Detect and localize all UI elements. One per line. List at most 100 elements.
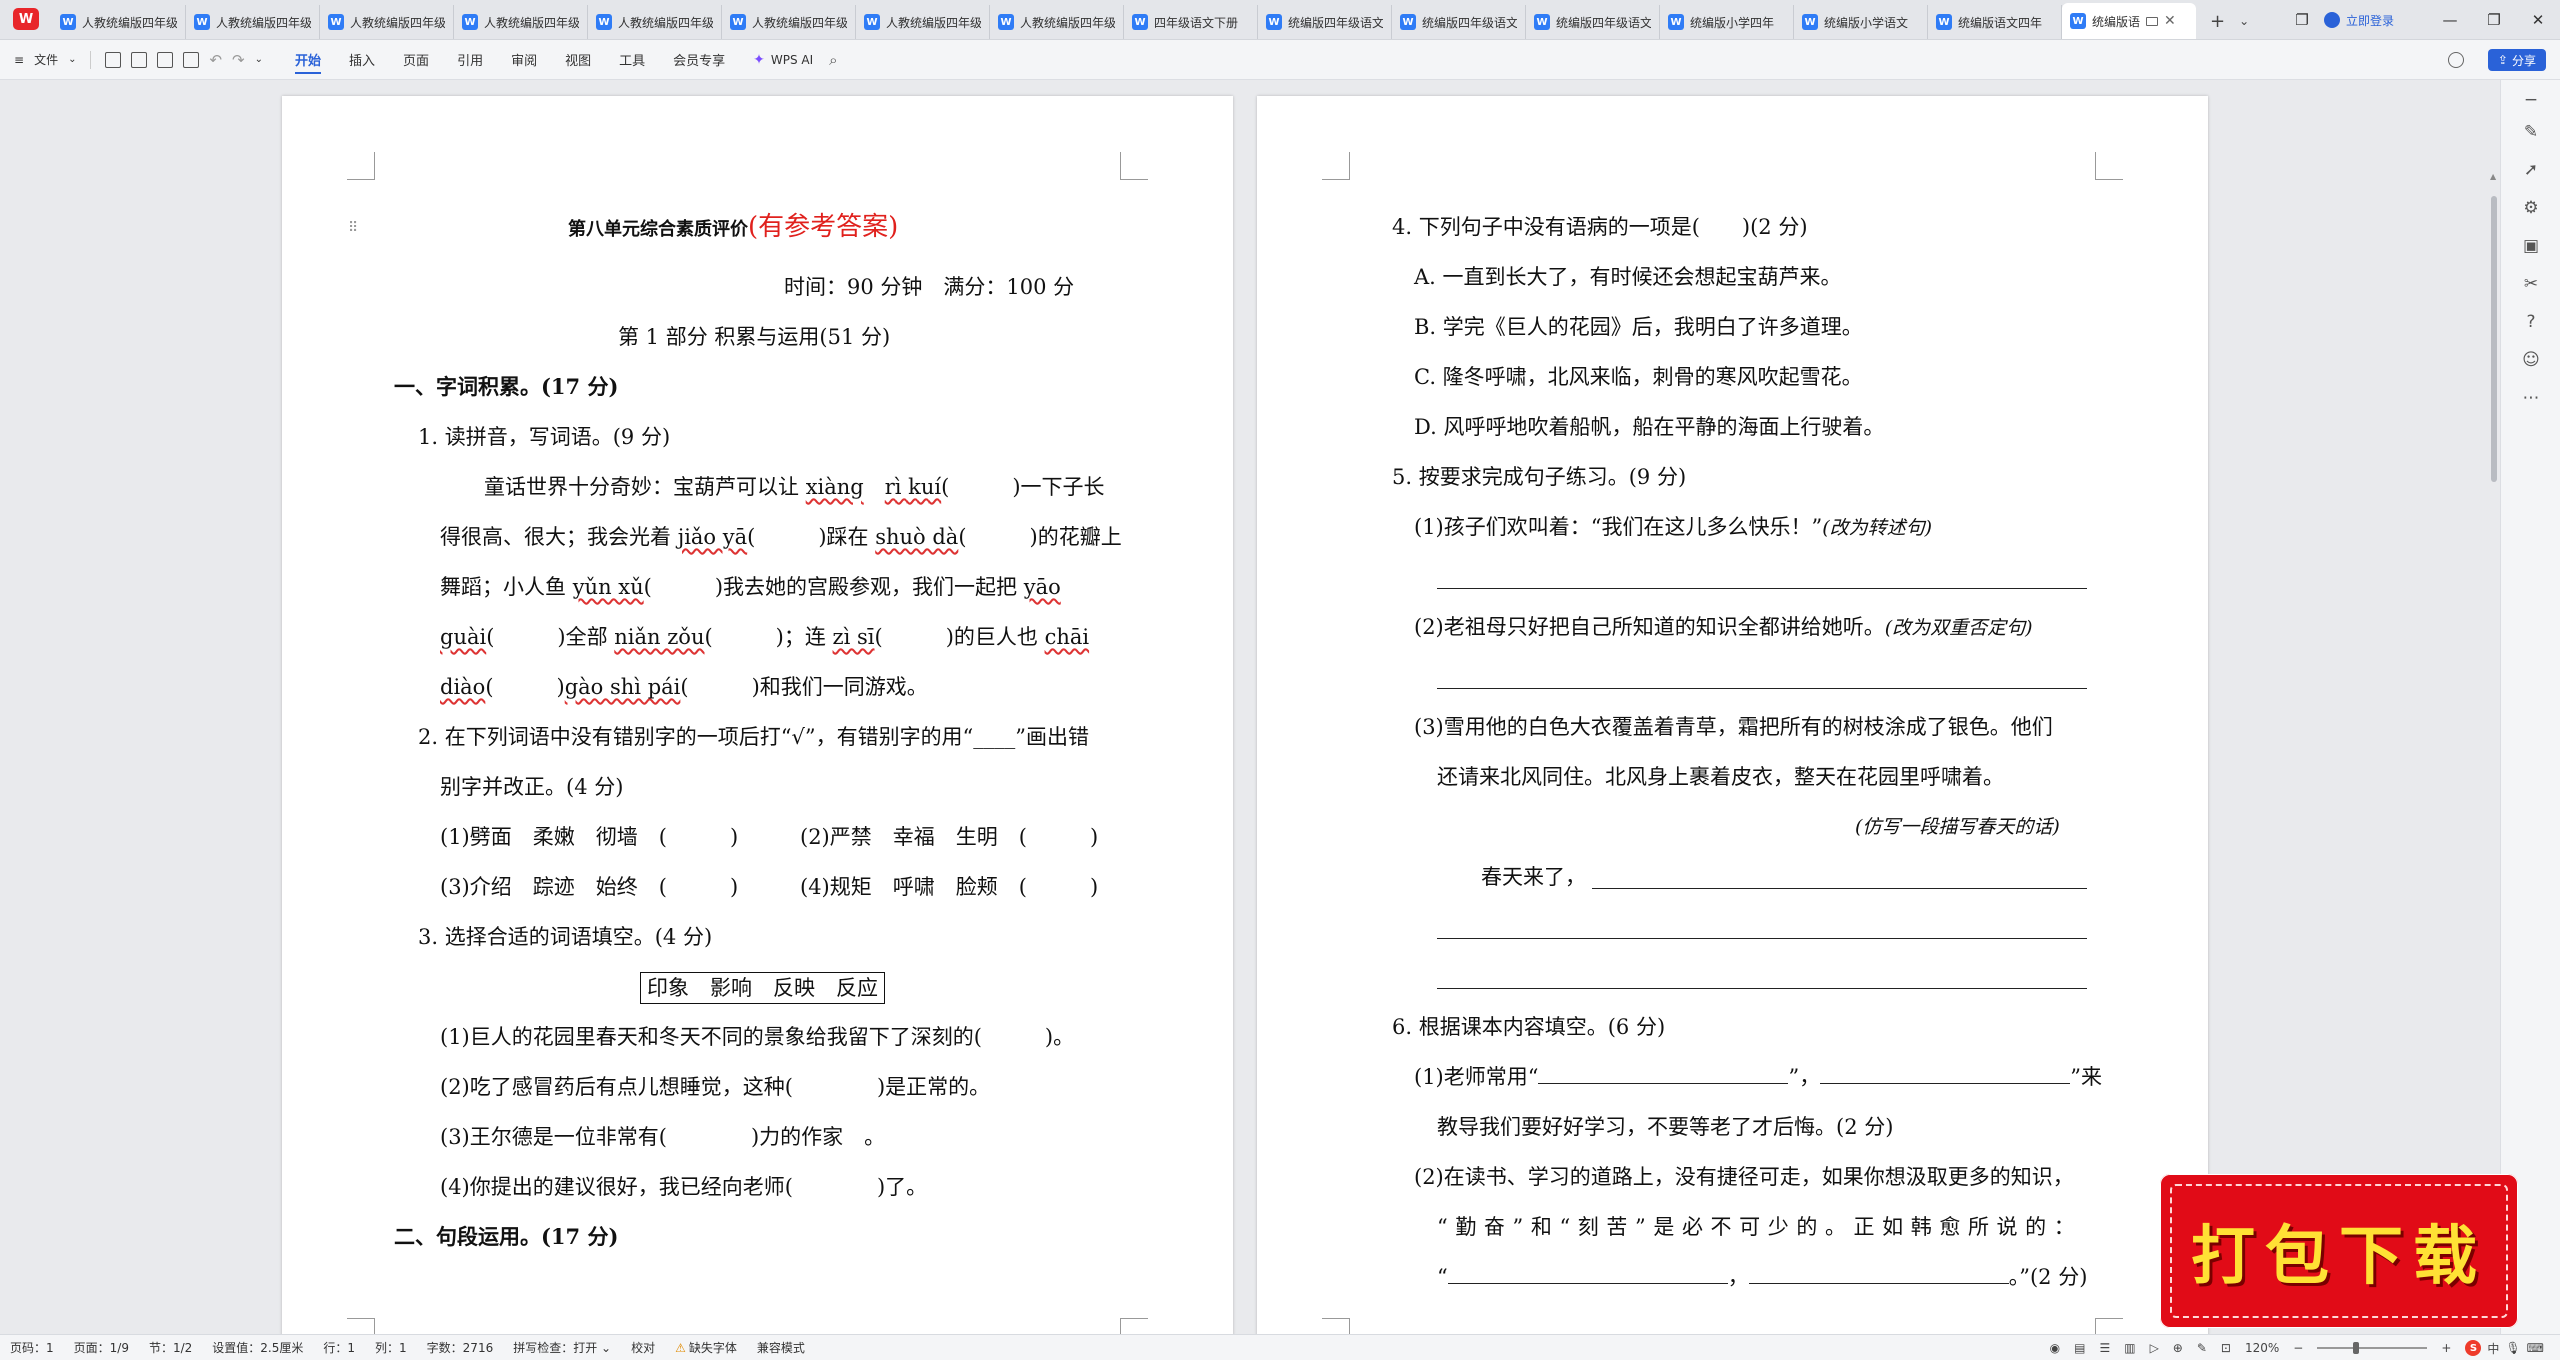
status-col[interactable]: 列：1	[365, 1339, 417, 1356]
download-badge[interactable]: 打包下载	[2160, 1174, 2518, 1328]
zoom-slider-thumb[interactable]	[2353, 1342, 2360, 1354]
document-tab[interactable]: W 人教统编版四年级	[588, 5, 722, 39]
menu-tab[interactable]: 页面	[389, 40, 443, 80]
answer-line[interactable]	[1437, 938, 2087, 939]
edit-view-icon[interactable]: ✎	[2197, 1341, 2207, 1355]
redo-icon[interactable]: ↷	[232, 51, 245, 69]
document-tab[interactable]: W 统编版语 ✕	[2062, 3, 2196, 39]
adjust-icon[interactable]: ⚙	[2521, 198, 2541, 218]
document-tab[interactable]: W 统编版语文四年	[1928, 5, 2062, 39]
status-proof[interactable]: 校对	[621, 1339, 665, 1356]
read-view-icon[interactable]: ▥	[2124, 1341, 2135, 1355]
status-words[interactable]: 字数：2716	[417, 1339, 504, 1356]
page-2[interactable]: 4. 下列句子中没有语病的一项是( )(2 分) A. 一直到长大了，有时候还会…	[1257, 96, 2208, 1334]
export-pdf-icon[interactable]	[131, 51, 148, 68]
hamburger-icon[interactable]: ≡	[14, 53, 24, 67]
document-area[interactable]: ⠿ 第八单元综合素质评价(有参考答案) 时间：90 分钟 满分：100 分 第 …	[0, 80, 2500, 1334]
zoom-out-button[interactable]: −	[2293, 1341, 2303, 1355]
status-setting[interactable]: 设置值：2.5厘米	[202, 1339, 313, 1356]
scroll-up-icon[interactable]: ▲	[2490, 172, 2496, 181]
layout-icon[interactable]: ▣	[2521, 236, 2541, 256]
status-page[interactable]: 页码：1	[0, 1339, 64, 1356]
menu-tab[interactable]: 开始	[281, 40, 335, 80]
maximize-button[interactable]: ❐	[2472, 0, 2516, 40]
scrollbar-thumb[interactable]	[2491, 196, 2497, 482]
document-tab[interactable]: W 人教统编版四年级	[320, 5, 454, 39]
document-tab[interactable]: W 统编版四年级语文	[1258, 5, 1392, 39]
part-heading: 第 1 部分 积累与运用(51 分)	[618, 325, 891, 349]
menu-tab[interactable]: 工具	[605, 40, 659, 80]
answer-line[interactable]	[1437, 588, 2087, 589]
document-tab[interactable]: W 人教统编版四年级	[990, 5, 1124, 39]
margin-corner	[347, 152, 375, 180]
eye-icon[interactable]: ◉	[2050, 1341, 2060, 1355]
document-tab[interactable]: W 统编版小学四年	[1660, 5, 1794, 39]
vertical-scrollbar[interactable]: ▲	[2488, 166, 2500, 1334]
status-font-missing[interactable]: ⚠ 缺失字体	[665, 1339, 747, 1356]
document-tab[interactable]: W 人教统编版四年级	[722, 5, 856, 39]
save-icon[interactable]	[105, 51, 122, 68]
menu-tab[interactable]: 插入	[335, 40, 389, 80]
menu-tab[interactable]: 引用	[443, 40, 497, 80]
window-mode-icon[interactable]: ❐	[2280, 0, 2324, 40]
web-view-icon[interactable]: ⊕	[2173, 1341, 2183, 1355]
answer-line[interactable]	[1437, 688, 2087, 689]
window-icon[interactable]	[2146, 16, 2159, 26]
status-section[interactable]: 节：1/2	[139, 1339, 202, 1356]
undo-icon[interactable]: ↶	[209, 51, 222, 69]
wps-logo[interactable]: W	[0, 0, 52, 39]
page-view-icon[interactable]: ▤	[2074, 1341, 2085, 1355]
document-tab[interactable]: W 人教统编版四年级	[856, 5, 990, 39]
menu-tab[interactable]: 视图	[551, 40, 605, 80]
sync-icon[interactable]	[2448, 52, 2464, 68]
tools-icon[interactable]: ✂	[2521, 274, 2541, 294]
close-window-button[interactable]: ✕	[2516, 0, 2560, 40]
new-tab-button[interactable]: +	[2210, 11, 2225, 32]
document-tab[interactable]: W 统编版四年级语文	[1526, 5, 1660, 39]
outline-view-icon[interactable]: ☰	[2099, 1341, 2110, 1355]
document-tab[interactable]: W 统编版小学语文	[1794, 5, 1928, 39]
word-doc-icon: W	[1802, 14, 1818, 30]
mic-icon[interactable]: 🎙	[2505, 1341, 2520, 1355]
document-tab[interactable]: W 四年级语文下册	[1124, 5, 1258, 39]
collapse-icon[interactable]: −	[2521, 90, 2541, 110]
play-icon[interactable]: ▷	[2150, 1341, 2159, 1355]
status-row[interactable]: 行：1	[313, 1339, 365, 1356]
status-spell[interactable]: 拼写检查：打开 ⌄	[503, 1339, 621, 1356]
zoom-level[interactable]: 120%	[2245, 1341, 2279, 1355]
document-tab[interactable]: W 人教统编版四年级	[186, 5, 320, 39]
file-menu[interactable]: 文件	[34, 51, 58, 68]
wps-ai-button[interactable]: ✦ WPS AI	[753, 52, 813, 68]
login-button[interactable]: 立即登录	[2323, 12, 2394, 29]
feedback-icon[interactable]: ☺	[2521, 350, 2541, 370]
menu-tab[interactable]: 审阅	[497, 40, 551, 80]
tab-label: 人教统编版四年级	[350, 15, 445, 30]
ime-bar[interactable]: S 中 🎙 ⌨	[2465, 1340, 2544, 1357]
answer-line[interactable]	[1592, 888, 2087, 889]
fit-icon[interactable]: ⊡	[2221, 1341, 2231, 1355]
status-pages[interactable]: 页面：1/9	[64, 1339, 139, 1356]
select-icon[interactable]: ➚	[2521, 160, 2541, 180]
pen-icon[interactable]: ✎	[2521, 122, 2541, 142]
document-tab[interactable]: W 人教统编版四年级	[454, 5, 588, 39]
quick-access-chevron-icon[interactable]: ⌄	[255, 54, 263, 65]
zoom-in-button[interactable]: +	[2441, 1341, 2451, 1355]
close-tab-icon[interactable]: ✕	[2164, 13, 2176, 29]
minimize-button[interactable]: —	[2428, 0, 2472, 40]
document-tab[interactable]: W 人教统编版四年级	[52, 5, 186, 39]
answer-line[interactable]	[1437, 988, 2087, 989]
search-icon[interactable]: ⌕	[829, 51, 837, 69]
share-button[interactable]: ⇪ 分享	[2487, 49, 2546, 71]
help-icon[interactable]: ?	[2521, 312, 2541, 332]
tab-list-chevron-icon[interactable]: ⌄	[2239, 14, 2249, 28]
document-tab[interactable]: W 统编版四年级语文	[1392, 5, 1526, 39]
menu-tab[interactable]: 会员专享	[659, 40, 739, 80]
keyboard-icon[interactable]: ⌨	[2527, 1341, 2544, 1355]
page-1[interactable]: ⠿ 第八单元综合素质评价(有参考答案) 时间：90 分钟 满分：100 分 第 …	[282, 96, 1233, 1334]
print-preview-icon[interactable]	[183, 51, 200, 68]
ime-mode[interactable]: 中	[2487, 1340, 2499, 1357]
drag-handle-icon[interactable]: ⠿	[348, 220, 358, 236]
zoom-slider[interactable]	[2317, 1342, 2428, 1354]
more-icon[interactable]: ⋯	[2521, 388, 2541, 408]
print-icon[interactable]	[157, 51, 174, 68]
